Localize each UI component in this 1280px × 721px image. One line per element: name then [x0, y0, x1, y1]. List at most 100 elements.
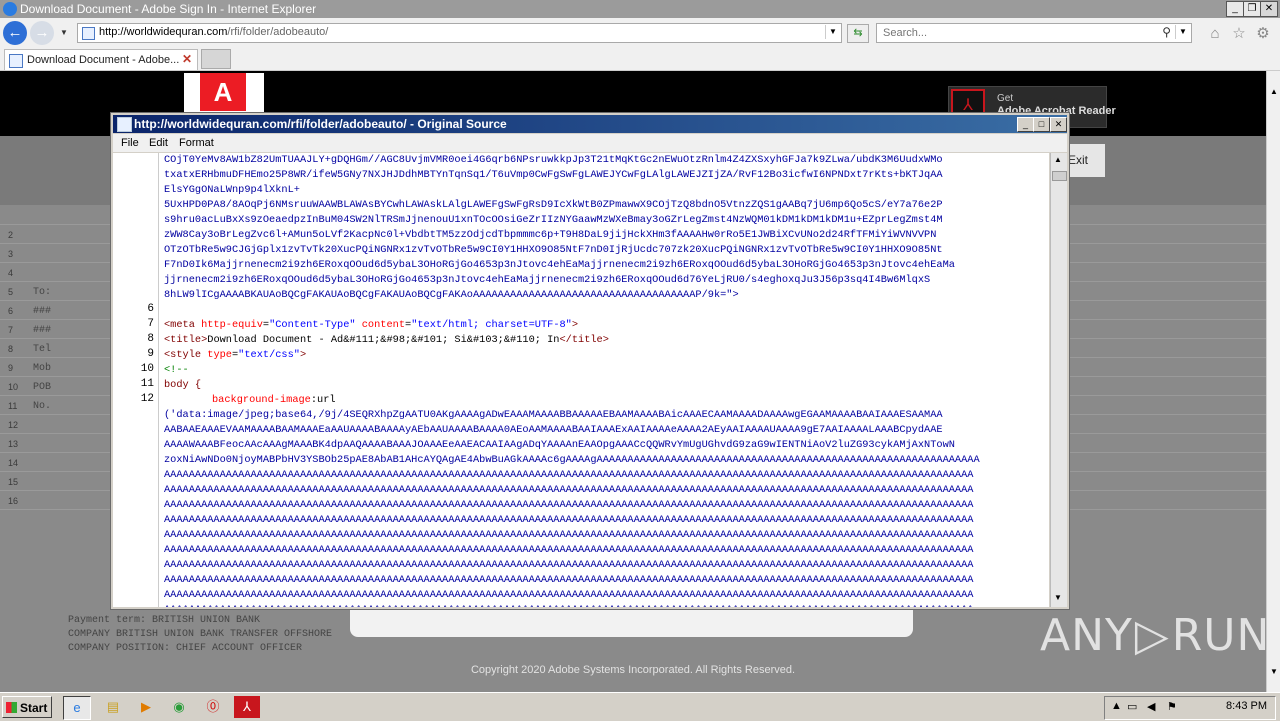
sheet-cell-text: Tel	[33, 344, 52, 355]
data-uri-line: zoxNiAwNDo0NjoyMABPbHV3YSBOb25pAE8AbAB1A…	[164, 454, 980, 466]
taskbar-ie-icon[interactable]: e	[63, 696, 91, 720]
tab-bar: Download Document - Adobe... ✕	[0, 48, 1280, 71]
sheet-row-number: 14	[8, 458, 19, 468]
page-scrollbar[interactable]: ▲ ▼	[1266, 71, 1280, 692]
sheet-cell-text: Mob	[33, 363, 52, 374]
tray-speaker-icon[interactable]: ◀	[1147, 700, 1155, 713]
data-uri-line: AAAAAAAAAAAAAAAAAAAAAAAAAAAAAAAAAAAAAAAA…	[164, 484, 974, 496]
recent-pages-dropdown[interactable]: ▼	[60, 28, 68, 37]
sheet-row-number: 4	[8, 268, 14, 278]
base64-line: 8hLW9lICgAAAABKAUAoBQCgFAKAUAoBQCgFAKAUA…	[164, 289, 739, 301]
minimize-button[interactable]: _	[1226, 1, 1244, 17]
base64-line: txatxERHbmuDFHEmo25P8WR/ifeW5GNy7NXJHJDd…	[164, 169, 943, 181]
data-uri-line: AAAAAAAAAAAAAAAAAAAAAAAAAAAAAAAAAAAAAAAA…	[164, 574, 974, 586]
data-uri-line: AABAAEAAAEVAAMAAAABAAMAAAEaAAUAAAABAAAAy…	[164, 424, 943, 436]
source-scrollbar[interactable]: ▲ ▼	[1050, 153, 1067, 607]
new-tab-button[interactable]	[201, 49, 231, 69]
taskbar-explorer-icon[interactable]: ▤	[100, 696, 126, 718]
sheet-row-number: 5	[8, 287, 14, 297]
search-dropdown-button[interactable]: ▼	[1175, 25, 1190, 39]
source-scroll-up-icon[interactable]: ▲	[1054, 155, 1062, 164]
tray-network-icon[interactable]: ▭	[1127, 700, 1137, 713]
source-maximize-button[interactable]: □	[1033, 117, 1050, 132]
source-code-area[interactable]: 6 7 8 9 10 11 12 COjT0YeMv8AW1bZ82UmTUAA…	[113, 153, 1049, 607]
settings-gear-icon[interactable]: ⚙	[1254, 25, 1272, 43]
sheet-cell-text: POB	[33, 382, 52, 393]
maximize-button[interactable]: ❐	[1243, 1, 1261, 17]
source-close-button[interactable]: ✕	[1050, 117, 1067, 132]
tab-download-document[interactable]: Download Document - Adobe... ✕	[4, 49, 198, 70]
base64-line: jjrnenecm2i9zh6ERoxqOOud6d5ybaL3OHoRGjGo…	[164, 274, 931, 286]
sheet-cell-text: No.	[33, 401, 52, 412]
code-token: :url	[310, 394, 336, 406]
taskbar-media-player-icon[interactable]: ▶	[133, 696, 159, 718]
sheet-row-number: 3	[8, 249, 14, 259]
source-page-icon	[117, 117, 132, 132]
taskbar-opera-icon[interactable]: ⓪	[200, 696, 226, 718]
source-menu-bar: File Edit Format	[113, 134, 1067, 152]
start-button[interactable]: Start	[2, 696, 52, 718]
code-token: </title>	[559, 334, 609, 346]
style-line: <style type="text/css">	[164, 348, 1046, 363]
url-host: http://worldwidequran.com	[99, 26, 228, 38]
tray-flag-icon[interactable]: ⚑	[1167, 700, 1177, 713]
view-source-window: http://worldwidequran.com/rfi/folder/ado…	[110, 112, 1070, 610]
taskbar-acrobat-icon[interactable]: ⅄	[234, 696, 260, 718]
close-tab-icon[interactable]: ✕	[182, 52, 192, 66]
code-token: Download Document - Ad&#111;&#98;&#101; …	[207, 334, 560, 346]
sheet-row-number: 13	[8, 439, 19, 449]
close-window-button[interactable]: ✕	[1260, 1, 1278, 17]
code-token: background-image	[212, 394, 311, 406]
data-uri-line: AAAAAAAAAAAAAAAAAAAAAAAAAAAAAAAAAAAAAAAA…	[164, 499, 974, 511]
line-number: 10	[140, 363, 154, 375]
address-dropdown-button[interactable]: ▼	[825, 25, 840, 39]
background-image-line: background-image:url	[164, 393, 1049, 408]
taskbar-chrome-icon[interactable]: ◉	[166, 696, 192, 718]
menu-format[interactable]: Format	[179, 137, 214, 149]
anyrun-watermark: ANY▷RUN	[1040, 610, 1270, 661]
address-bar[interactable]: http://worldwidequran.com/rfi/folder/ado…	[77, 23, 842, 43]
base64-line: OTzOTbRe5w9CJGjGplx1zvTvTk20XucPQiNGNRx1…	[164, 244, 943, 256]
menu-file[interactable]: File	[121, 137, 139, 149]
search-icon[interactable]: ⚲	[1162, 25, 1171, 39]
address-url[interactable]: http://worldwidequran.com/rfi/folder/ado…	[99, 26, 328, 38]
code-token: "text/html; charset=UTF-8"	[411, 319, 572, 331]
sheet-cell-text: ###	[33, 306, 52, 317]
line-number: 6	[147, 303, 154, 315]
page-icon	[82, 27, 95, 40]
home-icon[interactable]: ⌂	[1206, 25, 1224, 43]
url-path: /rfi/folder/adobeauto/	[227, 26, 329, 38]
adobe-logo: A	[184, 73, 264, 113]
ie-logo-icon	[3, 2, 17, 16]
tray-expand-icon[interactable]: ▲	[1111, 700, 1122, 712]
adobe-a-icon: A	[200, 73, 246, 111]
forward-button[interactable]: →	[30, 21, 54, 45]
sheet-row-number: 2	[8, 230, 14, 240]
search-input[interactable]	[881, 26, 1155, 40]
source-code[interactable]: COjT0YeMv8AW1bZ82UmTUAAJLY+gDQHGm//AGC8U…	[164, 153, 1046, 607]
source-scroll-thumb[interactable]	[1052, 171, 1067, 181]
favorites-star-icon[interactable]: ☆	[1230, 25, 1248, 43]
data-uri-line: AAAAAAAAAAAAAAAAAAAAAAAAAAAAAAAAAAAAAAAA…	[164, 559, 974, 571]
navigation-bar: ← → ▼ http://worldwidequran.com/rfi/fold…	[0, 18, 1280, 48]
source-scroll-down-icon[interactable]: ▼	[1054, 593, 1062, 602]
tab-label: Download Document - Adobe...	[27, 54, 180, 66]
base64-line: zWW8Cay3oBrLegZvc6l+AMun5oLVf2KacpNc0l+V…	[164, 229, 937, 241]
scroll-down-icon[interactable]: ▼	[1270, 667, 1278, 676]
menu-edit[interactable]: Edit	[149, 137, 168, 149]
sheet-row-number: 15	[8, 477, 19, 487]
code-token: content	[355, 319, 406, 331]
forward-arrow-icon: →	[34, 24, 50, 41]
back-button[interactable]: ←	[3, 21, 27, 45]
code-token: type	[207, 349, 232, 361]
data-uri-line: AAAAAAAAAAAAAAAAAAAAAAAAAAAAAAAAAAAAAAAA…	[164, 469, 974, 481]
refresh-button[interactable]: ⇆	[847, 24, 869, 43]
tab-page-icon	[9, 54, 23, 68]
invoice-line: COMPANY POSITION: CHIEF ACCOUNT OFFICER	[68, 643, 303, 654]
taskbar: Start e ▤ ▶ ◉ ⓪ ⅄ ▲ ▭ ◀ ⚑ 8:43 PM	[0, 692, 1280, 721]
code-token: >	[299, 349, 307, 361]
search-box[interactable]: ⚲ ▼	[876, 23, 1192, 43]
source-minimize-button[interactable]: _	[1017, 117, 1034, 132]
scroll-up-icon[interactable]: ▲	[1270, 87, 1278, 96]
base64-line: 5UxHPD0PA8/8AOqPj6NMsruuWAAWBLAWAsBYCwhL…	[164, 199, 943, 211]
